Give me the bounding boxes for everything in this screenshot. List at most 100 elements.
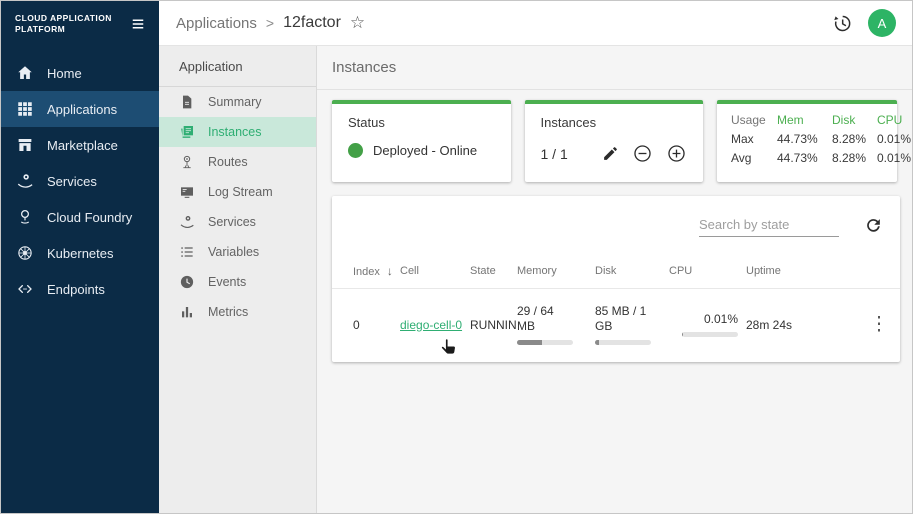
app-logo: CLOUD APPLICATION PLATFORM xyxy=(15,13,112,34)
row-uptime: 28m 24s xyxy=(746,318,858,332)
logo-line1: CLOUD APPLICATION xyxy=(15,13,112,24)
breadcrumb-applications[interactable]: Applications xyxy=(176,15,257,32)
topbar-actions: A xyxy=(832,9,896,37)
routes-antenna-icon xyxy=(179,154,195,170)
user-avatar[interactable]: A xyxy=(868,9,896,37)
column-header-state: State xyxy=(470,265,517,277)
status-online-dot xyxy=(348,143,363,158)
document-icon xyxy=(179,94,195,110)
sidebar-item-applications[interactable]: Applications xyxy=(1,91,159,127)
subnav-label: Summary xyxy=(208,95,261,109)
column-header-disk: Disk xyxy=(595,265,669,277)
subnav-label: Log Stream xyxy=(208,185,273,199)
subnav-label: Instances xyxy=(208,125,262,139)
instances-table-card: Index↓ Cell State Memory Disk CPU Uptime… xyxy=(332,196,900,362)
brand-header: CLOUD APPLICATION PLATFORM xyxy=(1,1,159,46)
column-header-cpu: CPU xyxy=(669,265,746,277)
cell-link[interactable]: diego-cell-0 xyxy=(400,318,462,332)
subnav-label: Metrics xyxy=(208,305,248,319)
history-icon[interactable] xyxy=(832,13,853,34)
hamburger-menu-icon[interactable] xyxy=(129,15,147,33)
usage-avg-disk: 8.28% xyxy=(832,151,877,165)
row-cpu: 0.01% xyxy=(669,312,746,337)
instances-card-label: Instances xyxy=(541,115,688,130)
row-index: 0 xyxy=(353,318,400,332)
sidebar-item-label: Kubernetes xyxy=(47,246,114,261)
remove-instance-icon[interactable] xyxy=(632,143,653,164)
sidebar-item-label: Home xyxy=(47,66,82,81)
subnav-instances[interactable]: Instances xyxy=(159,117,316,147)
sidebar-item-kubernetes[interactable]: Kubernetes xyxy=(1,235,159,271)
usage-max-mem: 44.73% xyxy=(777,132,832,146)
application-sidebar: Application Summary Instances Routes xyxy=(159,46,317,513)
subnav-events[interactable]: Events xyxy=(159,267,316,297)
breadcrumb-separator: > xyxy=(266,15,274,31)
search-input[interactable] xyxy=(699,214,839,237)
subnav-log-stream[interactable]: Log Stream xyxy=(159,177,316,207)
instances-stack-icon xyxy=(179,124,195,140)
table-header-row: Index↓ Cell State Memory Disk CPU Uptime xyxy=(332,254,900,288)
usage-col-disk: Disk xyxy=(832,113,877,127)
home-icon xyxy=(16,64,34,82)
disk-value: 85 MB / 1 GB xyxy=(595,304,653,334)
endpoints-icon xyxy=(16,280,34,298)
column-header-cell: Cell xyxy=(400,265,470,277)
usage-max-label: Max xyxy=(731,132,777,146)
apps-grid-icon xyxy=(16,100,34,118)
instances-card: Instances 1 / 1 xyxy=(525,100,704,182)
subnav-routes[interactable]: Routes xyxy=(159,147,316,177)
column-header-memory: Memory xyxy=(517,265,595,277)
subnav-label: Events xyxy=(208,275,246,289)
sidebar-item-label: Services xyxy=(47,174,97,189)
sidebar-item-endpoints[interactable]: Endpoints xyxy=(1,271,159,307)
storefront-icon xyxy=(16,136,34,154)
kubernetes-icon xyxy=(16,244,34,262)
favorite-star-icon[interactable]: ☆ xyxy=(350,13,365,33)
log-stream-icon xyxy=(179,184,195,200)
subnav-summary[interactable]: Summary xyxy=(159,87,316,117)
subnav-variables[interactable]: Variables xyxy=(159,237,316,267)
application-sidebar-header: Application xyxy=(159,46,316,87)
cpu-usage-bar xyxy=(682,332,738,337)
usage-max-cpu: 0.01% xyxy=(877,132,913,146)
sort-desc-icon: ↓ xyxy=(387,264,393,278)
sidebar-item-label: Marketplace xyxy=(47,138,118,153)
column-header-uptime: Uptime xyxy=(746,265,858,277)
page-title: Instances xyxy=(317,46,912,90)
sidebar-item-label: Cloud Foundry xyxy=(47,210,132,225)
summary-cards: Status Deployed - Online Instances 1 / 1 xyxy=(317,90,912,182)
service-hand-gear-icon xyxy=(179,214,195,230)
bar-chart-icon xyxy=(179,304,195,320)
edit-pencil-icon[interactable] xyxy=(602,145,619,162)
sidebar-item-home[interactable]: Home xyxy=(1,55,159,91)
row-menu-kebab-icon[interactable]: ⋮ xyxy=(870,314,889,335)
avatar-letter: A xyxy=(878,16,887,31)
subnav-metrics[interactable]: Metrics xyxy=(159,297,316,327)
subnav-services[interactable]: Services xyxy=(159,207,316,237)
sidebar-item-marketplace[interactable]: Marketplace xyxy=(1,127,159,163)
row-state: RUNNING xyxy=(470,318,517,332)
subnav-label: Services xyxy=(208,215,256,229)
content-area: Instances Status Deployed - Online Insta… xyxy=(317,46,912,513)
row-memory: 29 / 64 MB xyxy=(517,304,595,345)
status-card: Status Deployed - Online xyxy=(332,100,511,182)
column-header-index[interactable]: Index↓ xyxy=(353,264,400,278)
status-card-label: Status xyxy=(348,115,495,130)
refresh-icon[interactable] xyxy=(864,216,883,235)
row-disk: 85 MB / 1 GB xyxy=(595,304,669,345)
usage-avg-label: Avg xyxy=(731,151,777,165)
usage-header: Usage xyxy=(731,113,777,127)
subnav-label: Variables xyxy=(208,245,259,259)
sidebar-item-cloud-foundry[interactable]: Cloud Foundry xyxy=(1,199,159,235)
logo-line2: PLATFORM xyxy=(15,24,112,35)
list-icon xyxy=(179,244,195,260)
cloud-foundry-icon xyxy=(16,208,34,226)
status-value: Deployed - Online xyxy=(373,143,477,158)
usage-col-cpu: CPU xyxy=(877,113,913,127)
usage-avg-cpu: 0.01% xyxy=(877,151,913,165)
top-bar: Applications > 12factor ☆ A xyxy=(159,1,912,46)
add-instance-icon[interactable] xyxy=(666,143,687,164)
table-toolbar xyxy=(332,196,900,254)
sidebar-item-services[interactable]: Services xyxy=(1,163,159,199)
usage-col-mem: Mem xyxy=(777,113,832,127)
